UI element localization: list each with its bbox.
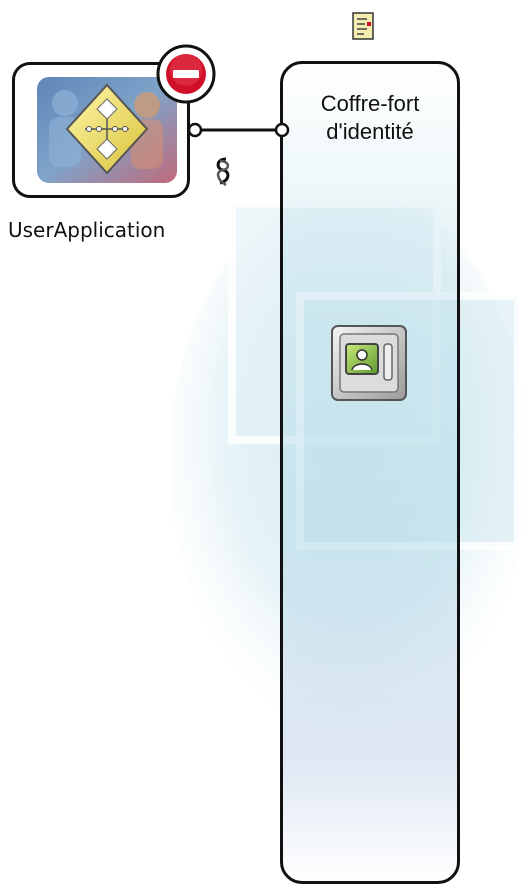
identity-vault-column[interactable]: Coffre-fort d'identité: [280, 61, 460, 884]
driver-set-document-icon[interactable]: [352, 12, 374, 40]
link-icon[interactable]: [210, 155, 236, 189]
stop-icon[interactable]: [156, 44, 216, 104]
identity-vault-icon[interactable]: [328, 322, 410, 404]
identity-vault-title: Coffre-fort d'identité: [320, 91, 420, 144]
driver-label: UserApplication: [8, 218, 166, 242]
